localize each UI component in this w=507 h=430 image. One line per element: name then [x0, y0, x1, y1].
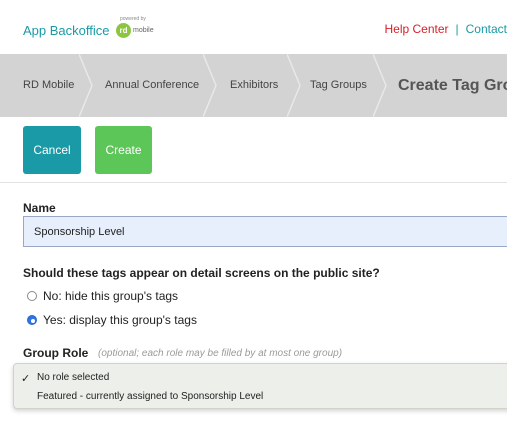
visibility-question: Should these tags appear on detail scree…: [23, 266, 380, 280]
rd-logo-icon: rd: [116, 23, 131, 38]
group-role-hint: (optional; each role may be filled by at…: [98, 348, 343, 359]
name-label: Name: [23, 201, 56, 215]
help-center-link[interactable]: Help Center: [384, 22, 448, 36]
radio-option-hide[interactable]: No: hide this group's tags: [27, 289, 178, 303]
breadcrumb-chevron-icon: [203, 54, 217, 117]
radio-button-display[interactable]: [27, 315, 37, 325]
breadcrumb-chevron-icon: [79, 54, 93, 117]
breadcrumb-chevron-icon: [373, 54, 387, 117]
breadcrumb-item-rd-mobile[interactable]: RD Mobile: [23, 54, 74, 117]
radio-label-display: Yes: display this group's tags: [43, 313, 197, 327]
checkmark-icon: ✓: [21, 373, 31, 385]
breadcrumb-item-exhibitors[interactable]: Exhibitors: [230, 54, 278, 117]
group-role-dropdown[interactable]: ✓ No role selected Featured - currently …: [13, 363, 507, 409]
breadcrumb-chevron-icon: [287, 54, 301, 117]
section-divider: [0, 182, 507, 183]
radio-label-hide: No: hide this group's tags: [43, 289, 179, 303]
brand-name[interactable]: App Backoffice: [23, 23, 109, 38]
top-bar: App Backoffice powered by rd mobile Help…: [0, 0, 507, 54]
role-option-none[interactable]: No role selected: [37, 372, 109, 383]
top-links: Help Center | Contact: [384, 22, 507, 36]
breadcrumb-item-annual-conference[interactable]: Annual Conference: [105, 54, 199, 117]
group-role-label: Group Role: [23, 346, 89, 360]
breadcrumb: RD Mobile Annual Conference Exhibitors T…: [0, 54, 507, 117]
rd-mobile-logo: powered by rd mobile: [116, 16, 160, 39]
radio-button-hide[interactable]: [27, 291, 37, 301]
radio-option-display[interactable]: Yes: display this group's tags: [27, 313, 197, 327]
link-separator: |: [455, 22, 459, 36]
name-input[interactable]: [23, 216, 507, 247]
create-button[interactable]: Create: [95, 126, 152, 174]
breadcrumb-item-tag-groups[interactable]: Tag Groups: [310, 54, 367, 117]
powered-by-text: powered by: [120, 16, 146, 22]
logo-mobile-text: mobile: [133, 27, 154, 34]
role-option-featured[interactable]: Featured - currently assigned to Sponsor…: [37, 391, 263, 402]
cancel-button[interactable]: Cancel: [23, 126, 81, 174]
contact-link[interactable]: Contact: [466, 22, 507, 36]
breadcrumb-current-page: Create Tag Group: [398, 77, 507, 94]
